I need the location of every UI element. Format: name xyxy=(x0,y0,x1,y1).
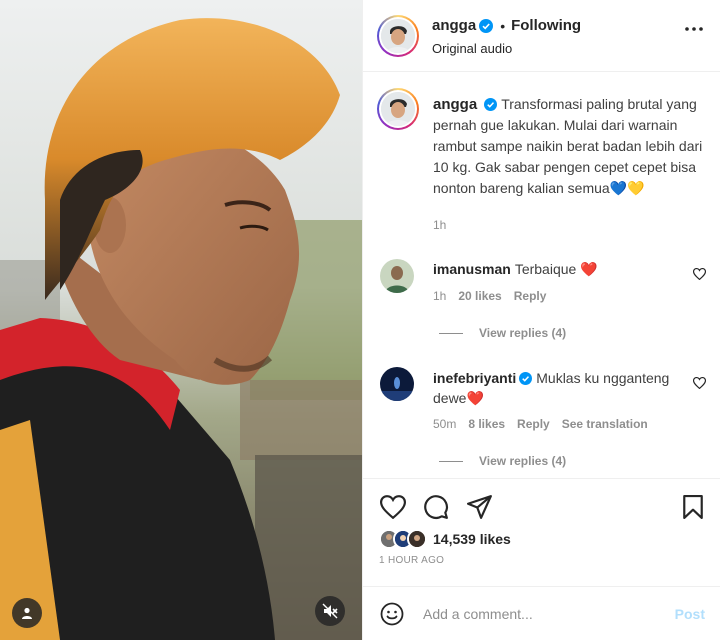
comment-icon[interactable] xyxy=(423,494,449,520)
caption-time: 1h xyxy=(433,218,447,232)
post-timestamp: 1 HOUR AGO xyxy=(379,555,445,566)
liker-avatar xyxy=(407,529,427,549)
view-replies-label: View replies (4) xyxy=(479,326,567,340)
caption-text-block: angga Transformasi paling brutal yang per… xyxy=(433,94,713,199)
view-replies-button[interactable]: View replies (4) xyxy=(439,454,566,468)
original-audio-link[interactable]: Original audio xyxy=(432,41,512,56)
caption-avatar-image xyxy=(381,92,415,126)
comment-username[interactable]: imanusman xyxy=(433,261,511,277)
comment-text-row: inefebriyanti Muklas ku ngganteng dewe❤️ xyxy=(433,368,693,408)
reply-button[interactable]: Reply xyxy=(514,289,547,303)
comment-like-heart-icon[interactable] xyxy=(693,268,706,280)
comment-likes[interactable]: 8 likes xyxy=(468,417,505,431)
caption-username[interactable]: angga xyxy=(433,96,477,113)
comment-username[interactable]: inefebriyanti xyxy=(433,370,516,386)
verified-icon xyxy=(519,372,533,385)
verified-icon xyxy=(484,98,498,111)
comment-input[interactable] xyxy=(423,602,663,626)
replies-divider-line xyxy=(439,460,463,462)
heart-icon[interactable] xyxy=(380,495,406,519)
instagram-post-dialog: angga • Following Original audio angga T… xyxy=(0,0,720,640)
post-media[interactable] xyxy=(0,0,362,640)
separator-dot: • xyxy=(500,17,506,34)
user-tag-icon xyxy=(22,607,32,619)
add-comment-bar: Post xyxy=(363,586,720,640)
commenter-avatar-image xyxy=(380,259,414,293)
post-header: angga • Following Original audio xyxy=(363,0,720,72)
commenter-avatar[interactable] xyxy=(380,259,414,293)
verified-icon xyxy=(479,18,494,33)
view-replies-button[interactable]: View replies (4) xyxy=(439,326,566,340)
comment-likes[interactable]: 20 likes xyxy=(458,289,501,303)
following-button[interactable]: Following xyxy=(511,17,581,34)
replies-divider-line xyxy=(439,332,463,334)
comment-like-heart-icon[interactable] xyxy=(693,377,706,389)
post-photo xyxy=(0,0,362,640)
caption-author-avatar[interactable] xyxy=(377,88,419,130)
bookmark-icon[interactable] xyxy=(682,495,704,519)
comment-meta: 1h 20 likes Reply xyxy=(433,289,546,303)
emoji-icon[interactable] xyxy=(380,602,404,626)
liker-avatar-image xyxy=(409,531,425,547)
view-replies-label: View replies (4) xyxy=(479,454,567,468)
post-actions: 14,539 likes 1 HOUR AGO xyxy=(363,478,720,584)
author-avatar-image xyxy=(381,19,415,53)
likes-count[interactable]: 14,539 likes xyxy=(433,531,511,547)
mute-icon xyxy=(322,603,338,619)
comment-time: 50m xyxy=(433,417,457,431)
see-translation-button[interactable]: See translation xyxy=(562,417,648,431)
tagged-users-button[interactable] xyxy=(12,598,42,628)
more-icon[interactable] xyxy=(685,27,703,31)
author-username[interactable]: angga xyxy=(432,17,476,34)
post-comment-button[interactable]: Post xyxy=(675,606,705,622)
comment-text: Terbaique ❤️ xyxy=(514,261,598,277)
likes-row[interactable]: 14,539 likes xyxy=(379,529,511,549)
comment-meta: 50m 8 likes Reply See translation xyxy=(433,417,648,431)
reply-button[interactable]: Reply xyxy=(517,417,550,431)
commenter-avatar-image xyxy=(380,367,414,401)
post-side-panel: angga • Following Original audio angga T… xyxy=(362,0,720,640)
comment-time: 1h xyxy=(433,289,447,303)
commenter-avatar[interactable] xyxy=(380,367,414,401)
share-icon[interactable] xyxy=(467,495,493,519)
comment-text-row: imanusman Terbaique ❤️ xyxy=(433,259,673,279)
author-avatar[interactable] xyxy=(377,15,419,57)
header-name-row: angga • Following xyxy=(432,17,581,34)
mute-toggle-button[interactable] xyxy=(315,596,345,626)
